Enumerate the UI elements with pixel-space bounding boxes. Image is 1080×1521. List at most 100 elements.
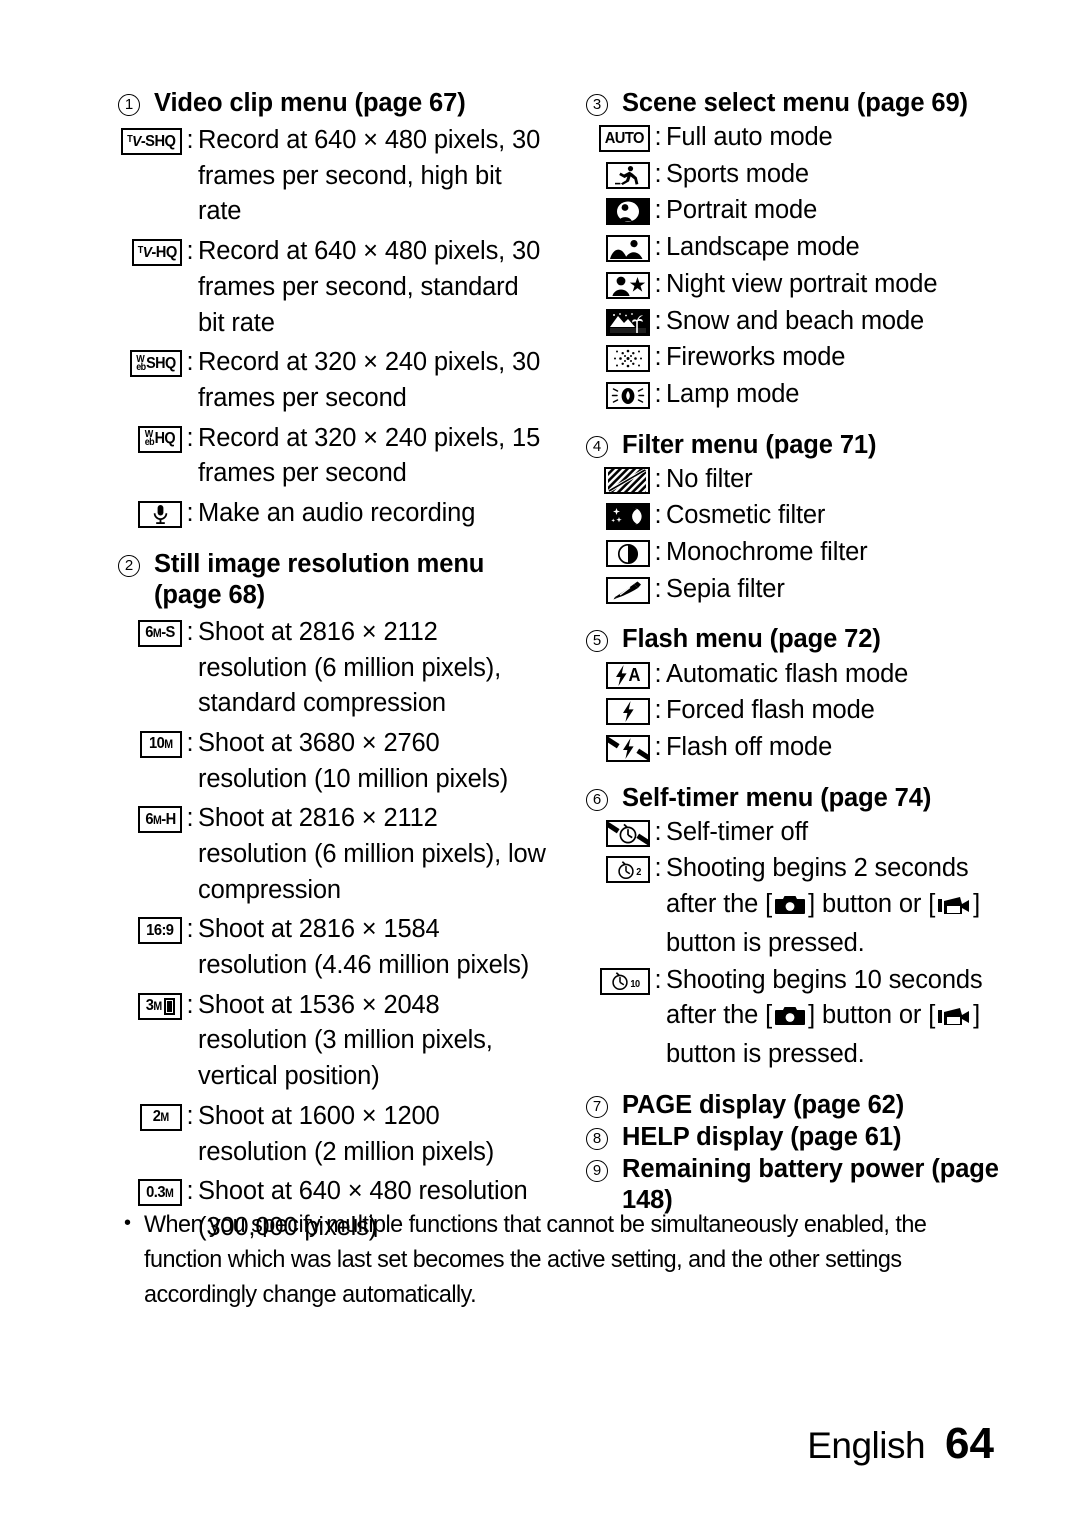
list-item-text: Self-timer off — [666, 817, 808, 846]
section-number-3: 3 — [586, 88, 622, 119]
list-item: Web HQ : Record at 320 × 240 pixels, 15 f… — [118, 421, 550, 492]
bullet-icon: • — [124, 1212, 131, 1234]
section-number-8: 8 — [586, 1122, 622, 1153]
section-number-6: 6 — [586, 783, 622, 814]
section-title-page-display: PAGE display (page 62) — [622, 1090, 905, 1119]
list-item: : Sports mode — [586, 157, 1018, 193]
list-item-text: Shoot at 1536 × 2048 resolution (3 milli… — [198, 990, 493, 1091]
flash-forced-icon — [586, 693, 650, 726]
list-item-text: Record at 320 × 240 pixels, 30 frames pe… — [198, 348, 541, 412]
res-3m-vertical-icon: 3M — [118, 988, 182, 1020]
list-item: TV-HQ : Record at 640 × 480 pixels, 30 f… — [118, 234, 550, 341]
list-item: : Snow and beach mode — [586, 304, 1018, 340]
self-timer-10s-icon: 10 — [586, 963, 650, 995]
monochrome-filter-icon — [586, 535, 650, 568]
list-item-text: Record at 640 × 480 pixels, 30 frames pe… — [198, 237, 541, 337]
list-item-text: Shoot at 2816 × 2112 resolution (6 milli… — [198, 804, 546, 904]
list-item: AUTO : Full auto mode — [586, 120, 1018, 156]
res-6m-h-icon: 6M-H — [118, 801, 182, 834]
video-camera-button-icon — [938, 890, 970, 926]
page-footer: English 64 — [807, 1419, 994, 1469]
section-heading-scene-select-menu: 3 Scene select menu (page 69) — [586, 88, 1018, 119]
left-column: 1 Video clip menu (page 67) TV-SHQ : Rec… — [118, 88, 550, 1246]
list-item: 10M : Shoot at 3680 × 2760 resolution (1… — [118, 726, 550, 797]
list-item-text: Record at 640 × 480 pixels, 30 frames pe… — [198, 126, 541, 226]
list-item-text: Night view portrait mode — [666, 269, 938, 298]
note-bullet-paragraph: • When you specify multiple functions th… — [124, 1208, 996, 1312]
self-timer-2s-label: 2 — [635, 867, 641, 879]
section-number-9: 9 — [586, 1154, 622, 1185]
snow-beach-mode-icon — [586, 304, 650, 336]
list-item: : Lamp mode — [586, 377, 1018, 413]
section-heading-page-display: 7 PAGE display (page 62) — [586, 1090, 1018, 1121]
section-title-help-display: HELP display (page 61) — [622, 1122, 902, 1151]
section-number-2: 2 — [118, 549, 154, 580]
microphone-icon — [118, 496, 182, 528]
list-item: Web SHQ : Record at 320 × 240 pixels, 30 … — [118, 345, 550, 416]
list-item-text: Full auto mode — [666, 123, 833, 152]
list-item: 3M : Shoot at 1536 × 2048 resolution (3 … — [118, 988, 550, 1095]
list-item-text: Automatic flash mode — [666, 659, 909, 688]
list-item-text: Lamp mode — [666, 379, 800, 408]
list-item: : Landscape mode — [586, 230, 1018, 266]
list-item-text: Portrait mode — [666, 196, 818, 225]
section-title-scene-select-menu: Scene select menu (page 69) — [622, 89, 968, 117]
section-heading-video-clip-menu: 1 Video clip menu (page 67) — [118, 88, 550, 119]
cosmetic-filter-icon — [586, 498, 650, 531]
list-item-text: Shooting begins 2 seconds after the [] b… — [666, 854, 981, 957]
fireworks-mode-icon — [586, 340, 650, 373]
right-column: 3 Scene select menu (page 69) AUTO : Ful… — [586, 88, 1018, 1216]
section-number-7: 7 — [586, 1090, 622, 1121]
list-item-text: Monochrome filter — [666, 538, 868, 567]
section-title-video-clip-menu: Video clip menu (page 67) — [154, 89, 466, 117]
res-16-9-icon: 16:9 — [118, 912, 182, 945]
section-title-filter-menu: Filter menu (page 71) — [622, 430, 877, 459]
list-item-text: Shoot at 1600 × 1200 resolution (2 milli… — [198, 1101, 495, 1166]
web-shq-icon: Web SHQ — [118, 345, 182, 378]
list-item: : Self-timer off — [586, 815, 1018, 851]
list-item: : Make an audio recording — [118, 496, 550, 532]
res-0-3m-icon: 0.3M — [118, 1174, 182, 1207]
list-item: : Portrait mode — [586, 193, 1018, 229]
list-item-text: Forced flash mode — [666, 696, 875, 725]
list-item: : Monochrome filter — [586, 535, 1018, 571]
manual-page: 1 Video clip menu (page 67) TV-SHQ : Rec… — [0, 0, 1080, 1521]
list-item: : Fireworks mode — [586, 340, 1018, 376]
list-item-text: Fireworks mode — [666, 343, 846, 372]
section-number-1: 1 — [118, 88, 154, 119]
list-item: : Flash off mode — [586, 730, 1018, 766]
list-item: 2 : Shooting begins 2 seconds after the … — [586, 851, 1018, 961]
list-item-text: Shoot at 3680 × 2760 resolution (10 mill… — [198, 728, 509, 793]
flash-auto-icon: A — [586, 657, 650, 689]
landscape-mode-icon — [586, 230, 650, 263]
list-item: A : Automatic flash mode — [586, 657, 1018, 693]
section-heading-flash-menu: 5 Flash menu (page 72) — [586, 624, 1018, 655]
section-number-4: 4 — [586, 430, 622, 461]
list-item: 10 : Shooting begins 10 seconds after th… — [586, 963, 1018, 1073]
list-item: 6M-S : Shoot at 2816 × 2112 resolution (… — [118, 615, 550, 722]
flash-off-icon — [586, 730, 650, 762]
two-column-body: 1 Video clip menu (page 67) TV-SHQ : Rec… — [118, 88, 1018, 1246]
list-item-text: Flash off mode — [666, 732, 833, 761]
section-number-5: 5 — [586, 624, 622, 655]
list-item-text: Record at 320 × 240 pixels, 15 frames pe… — [198, 423, 541, 488]
list-item: 16:9 : Shoot at 2816 × 1584 resolution (… — [118, 912, 550, 983]
self-timer-2s-icon: 2 — [586, 851, 650, 884]
list-item-text: Landscape mode — [666, 233, 860, 262]
res-2m-icon: 2M — [118, 1099, 182, 1131]
tv-shq-icon: TV-SHQ — [118, 123, 182, 156]
list-item: : No filter — [586, 462, 1018, 498]
list-item: : Sepia filter — [586, 572, 1018, 608]
tv-hq-icon: TV-HQ — [118, 234, 182, 267]
section-heading-self-timer-menu: 6 Self-timer menu (page 74) — [586, 783, 1018, 814]
list-item-text: Sepia filter — [666, 574, 785, 603]
section-heading-help-display: 8 HELP display (page 61) — [586, 1122, 1018, 1153]
night-view-portrait-icon — [586, 267, 650, 299]
list-item-text: Make an audio recording — [198, 498, 476, 527]
res-6m-s-icon: 6M-S — [118, 615, 182, 647]
list-item: : Night view portrait mode — [586, 267, 1018, 303]
list-item: TV-SHQ : Record at 640 × 480 pixels, 30 … — [118, 123, 550, 230]
list-item-text: Shoot at 2816 × 2112 resolution (6 milli… — [198, 617, 502, 718]
list-item: 6M-H : Shoot at 2816 × 2112 resolution (… — [118, 801, 550, 908]
section-heading-remaining-battery-power: 9 Remaining battery power (page 148) — [586, 1154, 1018, 1216]
